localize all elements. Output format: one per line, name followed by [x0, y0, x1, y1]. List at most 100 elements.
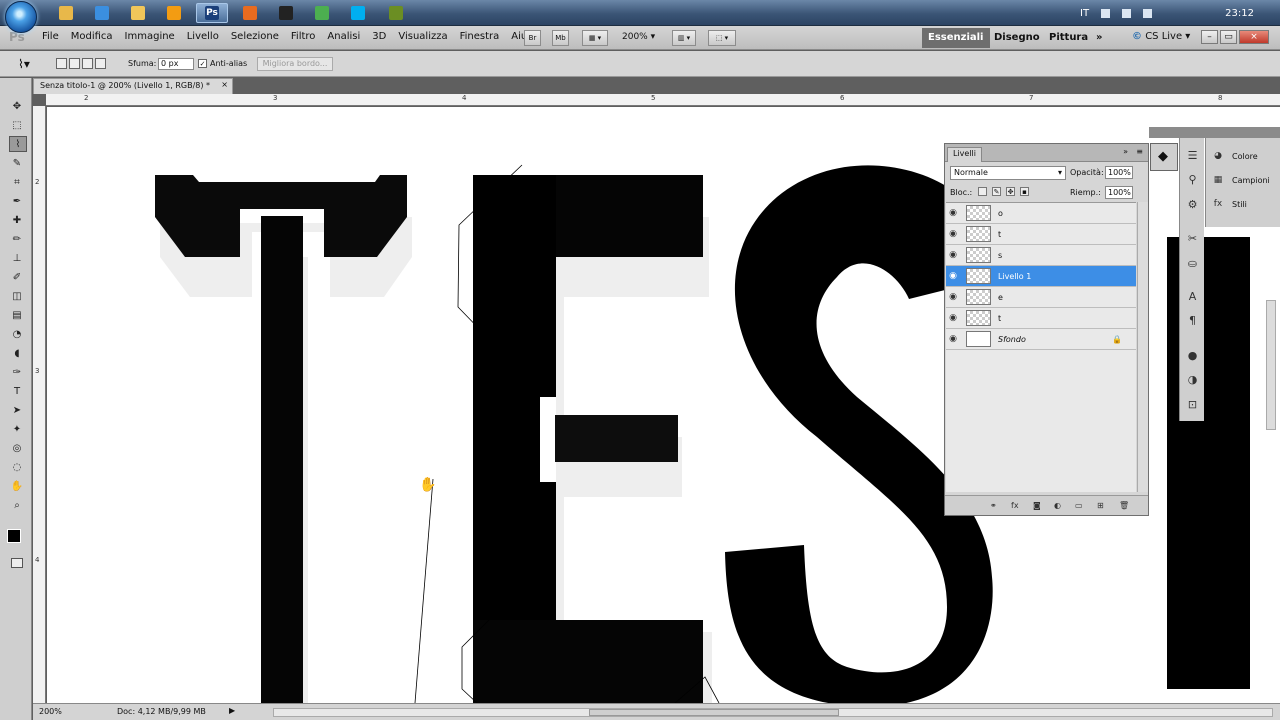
lasso-preset-icon[interactable]: ⌇▾ — [18, 57, 30, 71]
visibility-eye-icon[interactable]: ◉ — [946, 292, 960, 302]
paragraph-icon[interactable]: ¶ — [1185, 314, 1200, 329]
antialias-checkbox[interactable]: ✓ — [198, 59, 207, 68]
tool-presets-icon[interactable]: ✂ — [1185, 232, 1200, 247]
history-brush-icon[interactable]: ✐ — [10, 271, 24, 283]
collapse-icon[interactable]: » — [1123, 147, 1128, 156]
visibility-eye-icon[interactable]: ◉ — [946, 313, 960, 323]
adjustment-layer-icon[interactable]: ◐ — [1054, 501, 1061, 510]
clock[interactable]: 23:12 — [1225, 8, 1254, 19]
layer-mask-icon[interactable]: ◙ — [1033, 501, 1041, 510]
menu-item[interactable]: Modifica — [71, 31, 113, 42]
layer-row[interactable]: ◉ t — [946, 224, 1136, 245]
add-selection-mode[interactable] — [69, 58, 80, 69]
layer-style-icon[interactable]: fx — [1011, 501, 1019, 510]
taskbar-app[interactable] — [270, 3, 302, 23]
menu-item[interactable]: Filtro — [291, 31, 316, 42]
status-zoom[interactable]: 200% — [39, 707, 62, 716]
horizontal-scroll-thumb[interactable] — [589, 709, 839, 716]
menu-item[interactable]: Finestra — [460, 31, 500, 42]
workspace-painting[interactable]: Pittura — [1043, 28, 1094, 48]
blend-mode-select[interactable]: Normale ▾ — [950, 166, 1066, 180]
3d-rotate-icon[interactable]: ◎ — [10, 442, 24, 454]
taskbar-app[interactable] — [234, 3, 266, 23]
visibility-eye-icon[interactable]: ◉ — [946, 208, 960, 218]
layer-row[interactable]: ◉ Sfondo 🔒 — [946, 329, 1136, 350]
paths-icon[interactable]: ⚲ — [1185, 173, 1200, 188]
move-tool-icon[interactable]: ✥ — [10, 100, 24, 112]
intersect-selection-mode[interactable] — [95, 58, 106, 69]
screen-mode-button[interactable]: ⬚ ▾ — [708, 30, 736, 46]
layer-row[interactable]: ◉ Livello 1 — [946, 266, 1136, 287]
layer-list-scrollbar[interactable] — [1137, 202, 1148, 492]
new-selection-mode[interactable] — [56, 58, 67, 69]
close-document-icon[interactable]: × — [221, 80, 228, 89]
dock-panel-colore[interactable]: ◕ Colore — [1212, 151, 1258, 161]
refine-edge-button[interactable]: Migliora bordo... — [257, 57, 333, 71]
taskbar-app[interactable] — [50, 3, 82, 23]
vertical-ruler[interactable]: 2 3 4 — [33, 106, 46, 703]
healing-brush-icon[interactable]: ✚ — [10, 214, 24, 226]
minimize-button[interactable]: – — [1201, 30, 1218, 44]
masks-icon[interactable]: ◑ — [1185, 373, 1200, 388]
workspace-design[interactable]: Disegno — [988, 28, 1046, 48]
document-tab[interactable]: Senza titolo-1 @ 200% (Livello 1, RGB/8)… — [33, 78, 233, 94]
taskbar-app[interactable] — [86, 3, 118, 23]
menu-item[interactable]: Livello — [187, 31, 219, 42]
3d-orbit-icon[interactable]: ◌ — [10, 461, 24, 473]
channels-icon[interactable]: ☰ — [1185, 149, 1200, 164]
flag-icon[interactable] — [1101, 8, 1111, 18]
dock-panel-campioni[interactable]: ▦ Campioni — [1212, 175, 1270, 185]
taskbar-app[interactable] — [306, 3, 338, 23]
eyedropper-icon[interactable]: ✒ — [10, 195, 24, 207]
layers-panel-dock-button[interactable]: ◆ — [1150, 143, 1178, 171]
foreground-color-swatch[interactable] — [7, 529, 21, 543]
actions-icon[interactable]: ⛀ — [1185, 257, 1200, 272]
lock-pixels-icon[interactable]: ✎ — [992, 187, 1001, 196]
visibility-eye-icon[interactable]: ◉ — [946, 334, 960, 344]
quick-mask-icon[interactable] — [11, 558, 23, 568]
arrange-documents-button[interactable]: ▥ ▾ — [672, 30, 696, 46]
stamp-tool-icon[interactable]: ⊥ — [10, 252, 24, 264]
volume-icon[interactable] — [1143, 8, 1153, 18]
horizontal-ruler[interactable]: 2 3 4 5 6 7 8 — [46, 94, 1280, 106]
3d-icon[interactable]: ● — [1185, 349, 1200, 364]
lock-transparency-icon[interactable] — [978, 187, 987, 196]
workspace-essentials[interactable]: Essenziali — [922, 28, 990, 48]
link-layers-icon[interactable]: ⚭ — [990, 501, 997, 510]
lasso-tool-icon[interactable]: ⌇ — [9, 136, 27, 152]
layer-row[interactable]: ◉ t — [946, 308, 1136, 329]
zoom-dropdown[interactable]: 200% ▾ — [622, 32, 655, 42]
lock-all-icon[interactable]: ▪ — [1020, 187, 1029, 196]
menu-item[interactable]: Immagine — [125, 31, 175, 42]
visibility-eye-icon[interactable]: ◉ — [946, 271, 960, 281]
fill-input[interactable]: 100% — [1105, 186, 1133, 199]
menu-item[interactable]: Visualizza — [398, 31, 447, 42]
type-tool-icon[interactable]: T — [10, 385, 24, 397]
start-button[interactable] — [5, 1, 37, 33]
close-window-button[interactable]: × — [1239, 30, 1269, 44]
new-layer-icon[interactable]: ⊞ — [1097, 501, 1104, 510]
language-indicator[interactable]: IT — [1080, 8, 1089, 19]
document-size[interactable]: Doc: 4,12 MB/9,99 MB — [117, 707, 206, 716]
path-select-icon[interactable]: ➤ — [10, 404, 24, 416]
opacity-input[interactable]: 100% — [1105, 166, 1133, 179]
quick-select-icon[interactable]: ✎ — [10, 157, 24, 169]
layer-row[interactable]: ◉ e — [946, 287, 1136, 308]
eraser-icon[interactable]: ◫ — [10, 290, 24, 302]
brush-tool-icon[interactable]: ✏ — [10, 233, 24, 245]
taskbar-app[interactable] — [158, 3, 190, 23]
blur-icon[interactable]: ◔ — [10, 328, 24, 340]
layers-tab[interactable]: Livelli — [947, 147, 983, 162]
more-workspaces-button[interactable]: » — [1090, 28, 1108, 48]
menu-item[interactable]: Selezione — [231, 31, 279, 42]
bridge-button[interactable]: Br — [524, 30, 541, 46]
mini-bridge-button[interactable]: Mb — [552, 30, 569, 46]
pen-tool-icon[interactable]: ✑ — [10, 366, 24, 378]
crop-tool-icon[interactable]: ⌗ — [10, 176, 24, 188]
taskbar-app[interactable] — [122, 3, 154, 23]
new-group-icon[interactable]: ▭ — [1075, 501, 1083, 510]
taskbar-app[interactable]: Ps — [196, 3, 228, 23]
dodge-icon[interactable]: ◖ — [10, 347, 24, 359]
transform-icon[interactable]: ⊡ — [1185, 398, 1200, 413]
visibility-eye-icon[interactable]: ◉ — [946, 229, 960, 239]
